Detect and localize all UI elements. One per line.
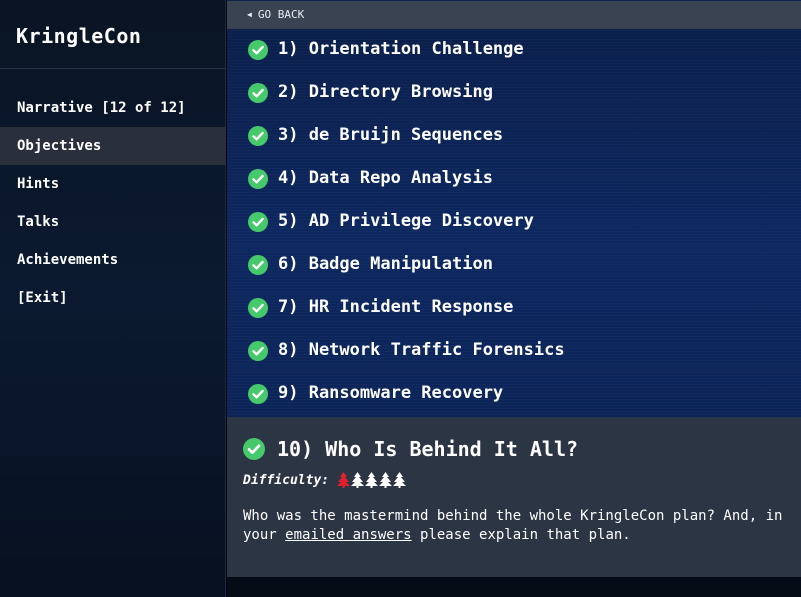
check-circle-icon <box>248 212 268 232</box>
sidebar-item-hints[interactable]: Hints <box>0 165 226 203</box>
go-back-label: GO BACK <box>257 8 305 21</box>
objectives-panel: ◀ GO BACK 1) Orientation Challenge 2) Dir… <box>227 0 801 597</box>
panel-footer <box>227 577 801 597</box>
objective-item[interactable]: 5) AD Privilege Discovery <box>227 201 801 244</box>
objective-item[interactable]: 2) Directory Browsing <box>227 72 801 115</box>
tree-icon <box>365 472 378 492</box>
objective-label: 8) Network Traffic Forensics <box>278 340 565 360</box>
tree-icon <box>393 472 406 492</box>
description-text-end: please explain that plan. <box>411 527 631 543</box>
check-circle-icon <box>248 384 268 404</box>
check-circle-icon <box>248 40 268 60</box>
sidebar-item-exit[interactable]: [Exit] <box>0 279 226 317</box>
difficulty-rating <box>337 472 406 492</box>
sidebar-item-achievements[interactable]: Achievements <box>0 241 226 279</box>
check-circle-icon <box>248 83 268 103</box>
triangle-left-icon: ◀ <box>247 10 252 19</box>
sidebar-nav: Narrative [12 of 12] Objectives Hints Ta… <box>0 89 226 317</box>
objective-description: Who was the mastermind behind the whole … <box>243 507 783 545</box>
tree-icon <box>379 472 392 492</box>
sidebar-item-objectives[interactable]: Objectives <box>0 127 226 165</box>
check-circle-icon <box>248 169 268 189</box>
objective-item[interactable]: 6) Badge Manipulation <box>227 244 801 287</box>
sidebar-item-narrative[interactable]: Narrative [12 of 12] <box>0 89 226 127</box>
check-circle-icon <box>248 126 268 146</box>
check-circle-icon <box>243 438 265 460</box>
objective-label: 2) Directory Browsing <box>278 82 493 102</box>
tree-icon <box>351 472 364 492</box>
objective-item[interactable]: 3) de Bruijn Sequences <box>227 115 801 158</box>
objective-list: 1) Orientation Challenge 2) Directory Br… <box>227 29 801 416</box>
sidebar-divider <box>0 68 226 69</box>
objective-label: 5) AD Privilege Discovery <box>278 211 534 231</box>
sidebar: KringleCon Narrative [12 of 12] Objectiv… <box>0 0 226 597</box>
app-root: KringleCon Narrative [12 of 12] Objectiv… <box>0 0 801 597</box>
tree-icon <box>337 472 350 492</box>
check-circle-icon <box>248 255 268 275</box>
objective-label: 4) Data Repo Analysis <box>278 168 493 188</box>
objective-label: 6) Badge Manipulation <box>278 254 493 274</box>
emailed-answers-link[interactable]: emailed answers <box>285 527 411 543</box>
objective-detail-panel: 10) Who Is Behind It All? Difficulty: Wh… <box>227 417 801 577</box>
go-back-button[interactable]: ◀ GO BACK <box>227 1 801 29</box>
objective-label: 9) Ransomware Recovery <box>278 383 504 403</box>
objective-label: 1) Orientation Challenge <box>278 39 524 59</box>
objective-item[interactable]: 9) Ransomware Recovery <box>227 373 801 416</box>
sidebar-item-talks[interactable]: Talks <box>0 203 226 241</box>
objective-label: 3) de Bruijn Sequences <box>278 125 504 145</box>
objective-item[interactable]: 7) HR Incident Response <box>227 287 801 330</box>
objective-item[interactable]: 8) Network Traffic Forensics <box>227 330 801 373</box>
check-circle-icon <box>248 298 268 318</box>
difficulty-label: Difficulty: <box>243 473 330 488</box>
objective-item[interactable]: 1) Orientation Challenge <box>227 29 801 72</box>
objective-detail-title[interactable]: 10) Who Is Behind It All? <box>277 437 578 461</box>
check-circle-icon <box>248 341 268 361</box>
objective-label: 7) HR Incident Response <box>278 297 514 317</box>
objective-item[interactable]: 4) Data Repo Analysis <box>227 158 801 201</box>
app-title: KringleCon <box>16 24 142 48</box>
